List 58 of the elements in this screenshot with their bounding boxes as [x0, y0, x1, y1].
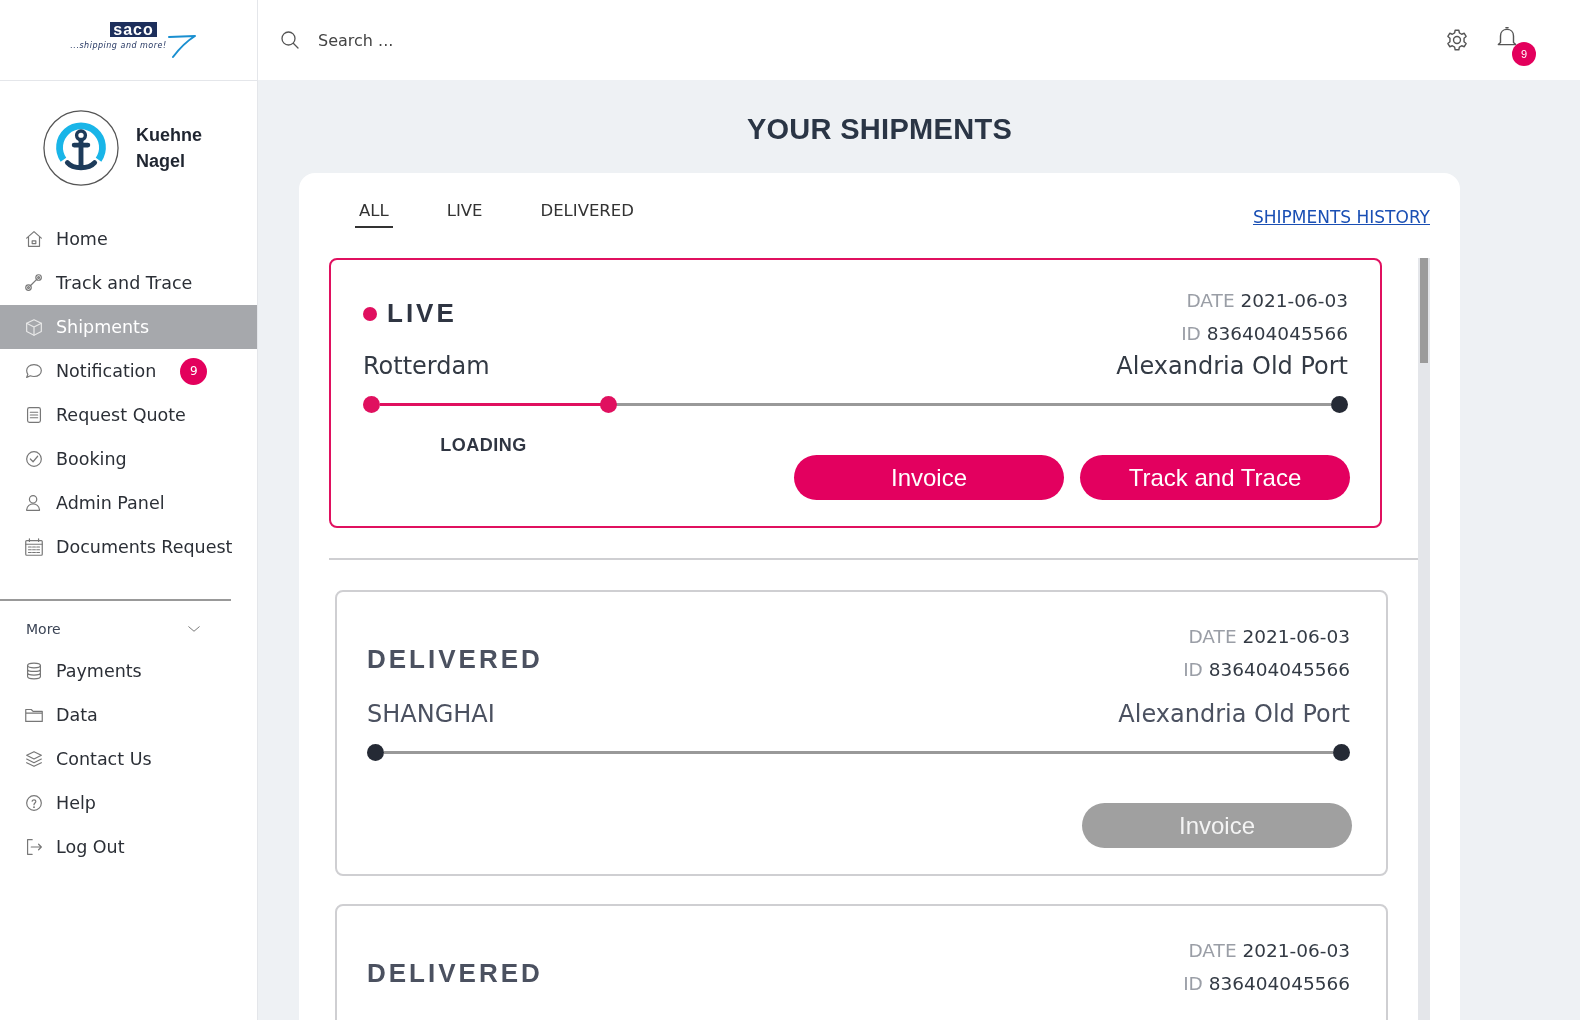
help-icon	[23, 792, 45, 814]
settings-icon	[1444, 27, 1470, 53]
shipments-history-link[interactable]: SHIPMENTS HISTORY	[1253, 207, 1430, 227]
sidebar-item[interactable]: Admin Panel	[0, 481, 257, 525]
shipment-date: DATE 2021-06-03	[1185, 289, 1348, 313]
action-button[interactable]: Invoice	[794, 455, 1064, 500]
action-button[interactable]: Track and Trace	[1080, 455, 1350, 500]
sidebar-item[interactable]: Notification 9	[0, 349, 257, 393]
sidebar-item[interactable]: Contact Us	[0, 737, 257, 781]
logo-tagline: ...shipping and more!	[70, 40, 167, 50]
origin-port: SHANGHAI	[367, 700, 495, 728]
logo-wordmark: saco	[110, 21, 157, 37]
notifications-button[interactable]: 9	[1494, 24, 1540, 70]
sidebar-item[interactable]: Track and Trace	[0, 261, 257, 305]
calendar-icon	[23, 536, 45, 558]
stage-label: LOADING	[440, 435, 527, 456]
shipment-id: ID 836404045566	[1181, 322, 1348, 346]
map-pins-icon	[23, 272, 45, 294]
sidebar-item[interactable]: Data	[0, 693, 257, 737]
more-toggle[interactable]: More	[0, 613, 257, 645]
tab[interactable]: DELIVERED	[536, 197, 638, 228]
status-label: DELIVERED	[367, 958, 543, 989]
sidebar-item[interactable]: Log Out	[0, 825, 257, 869]
swoosh-icon	[166, 34, 197, 59]
sidebar-item[interactable]: Request Quote	[0, 393, 257, 437]
scrollbar[interactable]	[1418, 258, 1430, 1020]
search-field[interactable]: Search ...	[316, 29, 620, 51]
account-name: Kuehne Nagel	[136, 124, 203, 173]
sidebar-item[interactable]: Home	[0, 217, 257, 261]
anchor-logo-icon	[42, 109, 120, 187]
sidebar-item[interactable]: Booking	[0, 437, 257, 481]
sidebar-item[interactable]: Documents Request	[0, 525, 257, 569]
route-end-dot	[1333, 744, 1350, 761]
route-start-dot	[363, 396, 380, 413]
sidebar-item[interactable]: Payments	[0, 649, 257, 693]
tab[interactable]: LIVE	[442, 197, 487, 228]
box-icon	[23, 316, 45, 338]
destination-port: Alexandria Old Port	[1118, 700, 1350, 728]
route-start-dot	[367, 744, 384, 761]
tab[interactable]: ALL	[355, 197, 393, 228]
shipment-date: DATE 2021-06-03	[1187, 939, 1350, 963]
shipment-id: ID 836404045566	[1183, 972, 1350, 996]
check-circle-icon	[23, 448, 45, 470]
notification-badge: 9	[180, 357, 208, 385]
page-title: YOUR SHIPMENTS	[745, 113, 1014, 146]
destination-port: Alexandria Old Port	[1116, 352, 1348, 380]
shipment-id: ID 836404045566	[1183, 658, 1350, 682]
live-dot-icon	[363, 306, 377, 321]
notification-badge: 9	[1512, 42, 1536, 66]
route-end-dot	[1331, 396, 1348, 413]
house-icon	[23, 228, 45, 250]
shipment-date: DATE 2021-06-03	[1187, 625, 1350, 649]
scrollbar-thumb[interactable]	[1420, 258, 1428, 363]
origin-port: Rotterdam	[363, 352, 490, 380]
layers-icon	[23, 748, 45, 770]
sidebar-item[interactable]: Help	[0, 781, 257, 825]
status-label: DELIVERED	[367, 644, 543, 675]
status-label: LIVE	[387, 298, 457, 329]
